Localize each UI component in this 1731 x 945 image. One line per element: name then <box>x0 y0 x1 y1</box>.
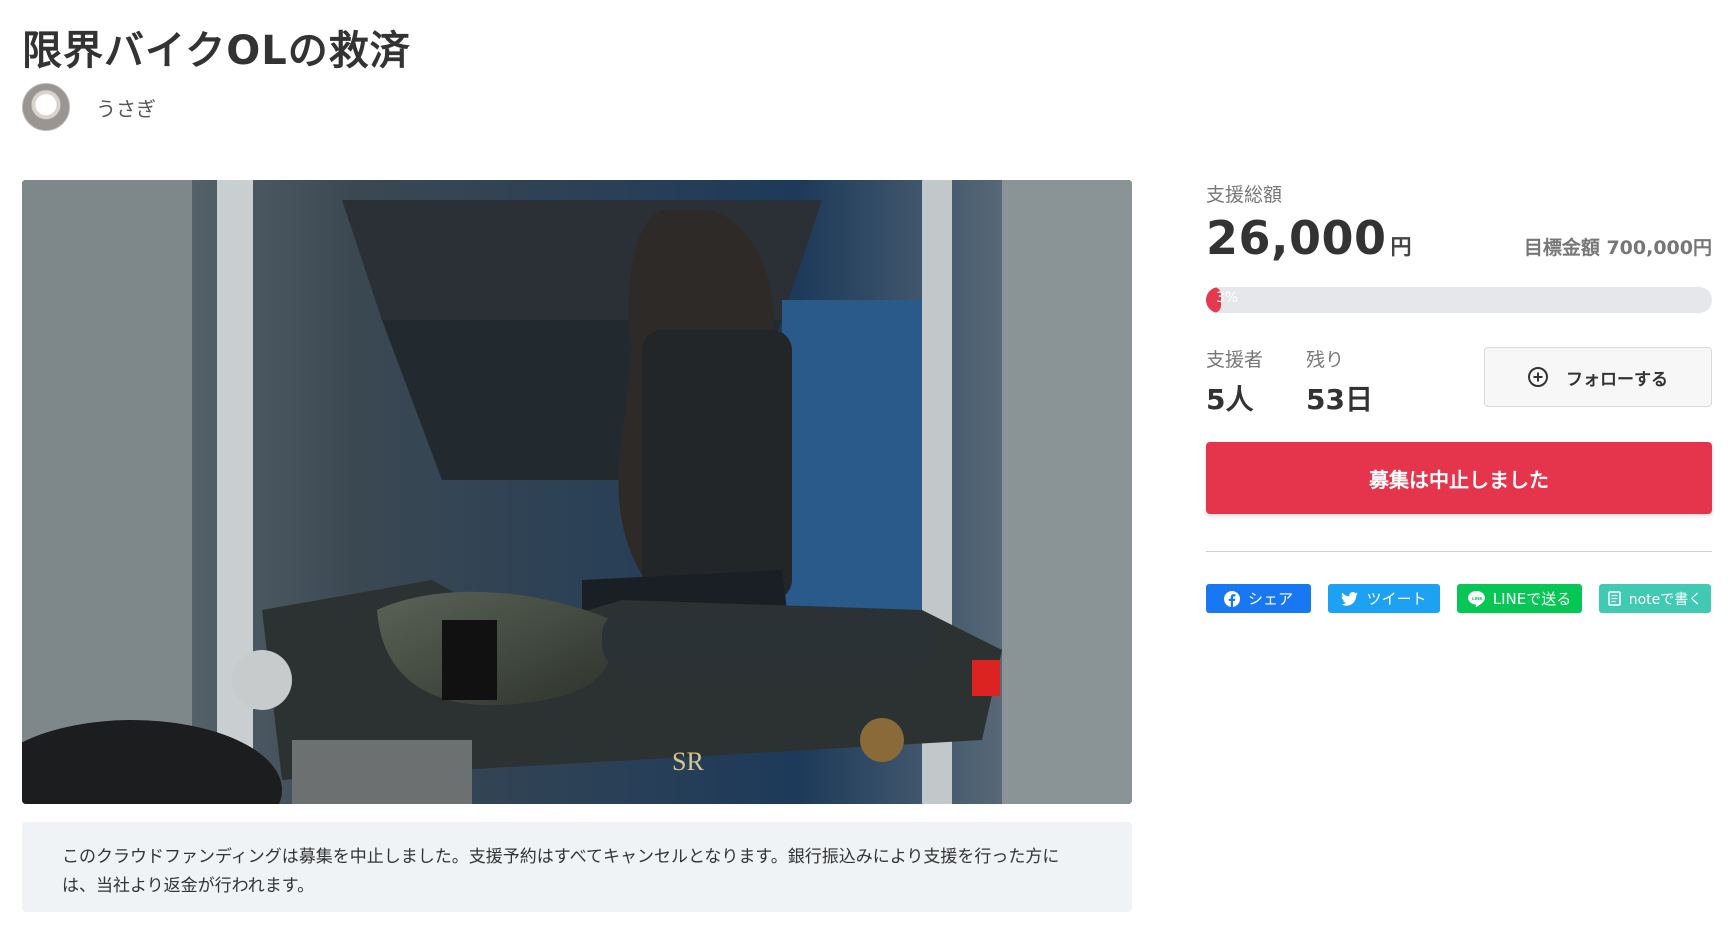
goal-amount: 目標金額 700,000円 <box>1523 237 1712 259</box>
follow-label: フォローする <box>1566 369 1668 390</box>
twitter-share-label: ツイート <box>1366 590 1427 608</box>
remaining-block: 残り 53日 <box>1306 345 1373 418</box>
line-icon: LINE <box>1467 590 1485 607</box>
progress-bar: 3% <box>1206 287 1712 313</box>
supporters-count: 5人 <box>1206 383 1254 416</box>
total-amount: 26,000 <box>1206 211 1387 265</box>
amount-row: 26,000 円 目標金額 700,000円 <box>1206 211 1712 275</box>
note-share-button[interactable]: noteで書く <box>1599 584 1711 613</box>
facebook-share-label: シェア <box>1247 590 1293 608</box>
total-amount-label: 支援総額 <box>1206 184 1283 206</box>
avatar[interactable] <box>22 83 70 131</box>
owner-name[interactable]: うさぎ <box>96 93 156 122</box>
supporters-label: 支援者 <box>1206 349 1264 371</box>
twitter-bird-icon <box>1341 591 1359 606</box>
funding-closed-label: 募集は中止しました <box>1369 467 1549 492</box>
hero-photo: SR <box>22 180 1132 804</box>
remaining-days: 53日 <box>1306 383 1373 416</box>
funding-closed-button[interactable]: 募集は中止しました <box>1206 442 1712 514</box>
funding-stats-panel: 支援総額 26,000 円 目標金額 700,000円 3% 支援者 5人 残り … <box>1206 180 1712 614</box>
note-icon <box>1607 591 1621 606</box>
counts-row: 支援者 5人 残り 53日 フォローする <box>1206 345 1712 421</box>
line-share-label: LINEで送る <box>1492 590 1572 608</box>
share-buttons: シェア ツイート LINE LINEで送る noteで書く <box>1206 584 1712 614</box>
supporters-block: 支援者 5人 <box>1206 345 1263 418</box>
line-share-button[interactable]: LINE LINEで送る <box>1457 584 1582 613</box>
facebook-share-button[interactable]: シェア <box>1206 584 1311 613</box>
plus-circle-icon <box>1528 367 1548 387</box>
owner-profile[interactable]: うさぎ <box>22 82 156 132</box>
twitter-share-button[interactable]: ツイート <box>1328 584 1440 613</box>
divider <box>1206 551 1712 552</box>
remaining-label: 残り <box>1306 349 1345 371</box>
svg-text:SR: SR <box>672 747 704 776</box>
follow-button[interactable]: フォローする <box>1484 347 1712 407</box>
currency-unit: 円 <box>1390 235 1412 259</box>
note-share-label: noteで書く <box>1628 591 1703 608</box>
facebook-icon <box>1223 590 1240 607</box>
page-title: 限界バイクOLの救済 <box>22 28 411 74</box>
project-hero-image: SR <box>22 180 1132 804</box>
progress-percent: 3% <box>1216 290 1239 306</box>
svg-text:LINE: LINE <box>1472 595 1483 600</box>
cancellation-notice: このクラウドファンディングは募集を中止しました。支援予約はすべてキャンセルとなり… <box>22 822 1132 912</box>
